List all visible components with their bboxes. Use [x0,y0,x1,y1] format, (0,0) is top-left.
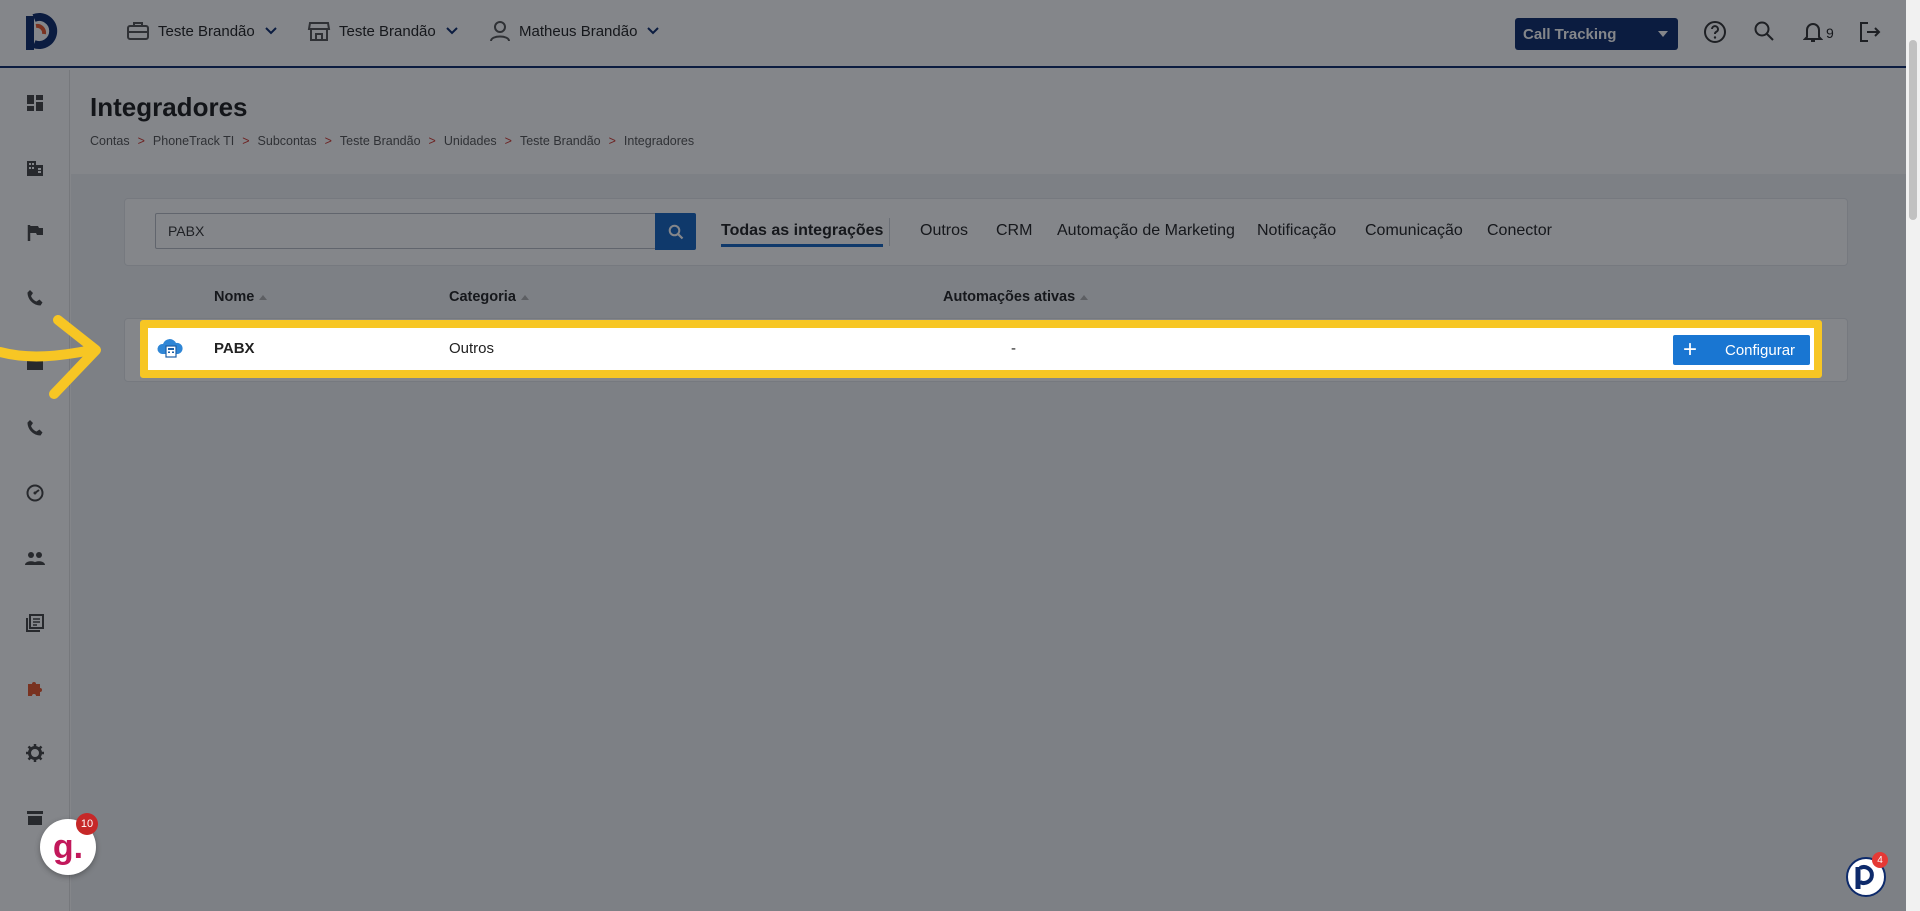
notifications-count: 9 [1826,25,1834,41]
breadcrumb-item[interactable]: Teste Brandão [340,134,421,148]
breadcrumb-separator: > [428,134,436,148]
product-select-value: Call Tracking [1523,25,1617,43]
sort-icon [259,294,268,300]
dashboard-icon [27,95,43,111]
pointer-arrow-icon [0,315,101,399]
sort-icon [520,294,529,300]
breadcrumb-separator: > [608,134,616,148]
account-selector[interactable]: Teste Brandão [126,20,277,42]
sidebar-item-store[interactable] [22,805,48,831]
search-input[interactable]: PABX [155,213,657,249]
sidebar-item-settings[interactable] [22,740,48,766]
bell-icon[interactable] [1803,20,1823,44]
caret-down-icon [1658,31,1668,37]
chevron-down-icon [265,27,277,35]
phonetrack-logo-icon[interactable] [20,12,60,56]
library-icon [26,614,44,632]
assistant-widget-count: 10 [76,813,98,835]
page-title: Integradores [90,92,248,122]
account-selector-label: Teste Brandão [158,22,255,40]
help-icon[interactable] [1703,20,1727,44]
building-icon [27,161,43,176]
flag-icon [27,225,43,241]
sidebar [0,70,70,911]
search-icon [668,224,683,239]
user-selector-label: Matheus Brandão [519,22,638,40]
breadcrumb-item[interactable]: Unidades [444,134,497,148]
sidebar-item-integrations[interactable] [22,675,48,701]
store-selector-label: Teste Brandão [339,22,436,40]
breadcrumb-item[interactable]: Contas [90,134,130,148]
tab-marketing-automation[interactable]: Automação de Marketing [1057,222,1235,240]
breadcrumb: Contas > PhoneTrack TI > Subcontas > Tes… [90,134,694,148]
people-icon [25,552,45,565]
breadcrumb-item[interactable]: Subcontas [258,134,317,148]
store-icon [27,811,43,825]
user-icon [490,21,510,42]
sidebar-item-calls[interactable] [22,285,48,311]
top-bar: Teste Brandão Teste Brandão Matheus Bran… [0,0,1920,68]
column-header-automations[interactable]: Automações ativas [943,289,1089,305]
sidebar-item-reports[interactable] [22,480,48,506]
store-selector[interactable]: Teste Brandão [307,20,458,42]
gear-icon [26,744,44,762]
content-area [71,174,1920,911]
breadcrumb-separator: > [242,134,250,148]
breadcrumb-item[interactable]: Teste Brandão [520,134,601,148]
column-header-name[interactable]: Nome [214,289,268,305]
page-scrollbar[interactable] [1906,0,1920,911]
tab-communication[interactable]: Comunicação [1365,222,1463,240]
phone-icon [27,420,43,436]
chevron-down-icon [446,27,458,35]
column-header-category[interactable]: Categoria [449,289,529,305]
breadcrumb-item[interactable]: PhoneTrack TI [153,134,234,148]
breadcrumb-separator: > [324,134,332,148]
sort-icon [1080,294,1089,300]
chat-widget-count: 4 [1872,852,1888,868]
sidebar-item-library[interactable] [22,610,48,636]
search-button[interactable] [655,213,696,250]
page-header [71,70,1920,174]
logout-icon[interactable] [1858,20,1882,44]
sidebar-item-campaigns[interactable] [22,220,48,246]
puzzle-icon [28,682,42,696]
scrollbar-thumb[interactable] [1909,40,1917,220]
speed-icon [26,484,44,502]
assistant-widget-logo: g. [52,827,84,866]
breadcrumb-separator: > [137,134,145,148]
column-header-label: Categoria [449,289,516,305]
tab-connector[interactable]: Conector [1487,222,1552,240]
search-icon[interactable] [1753,20,1775,42]
user-selector[interactable]: Matheus Brandão [489,20,660,42]
product-select[interactable]: Call Tracking [1515,18,1678,50]
tab-all-integrations[interactable]: Todas as integrações [721,222,884,247]
store-icon [307,22,331,41]
sidebar-item-users[interactable] [22,545,48,571]
chevron-down-icon [647,27,660,35]
sidebar-item-phone-lines[interactable] [22,415,48,441]
sidebar-item-dashboard[interactable] [22,90,48,116]
column-header-label: Automações ativas [943,289,1076,305]
breadcrumb-separator: > [504,134,512,148]
tab-outros[interactable]: Outros [920,222,968,240]
tab-divider [889,218,890,246]
highlight-ring [140,320,1822,378]
column-header-label: Nome [214,289,255,305]
tab-crm[interactable]: CRM [996,222,1032,240]
tab-notification[interactable]: Notificação [1257,222,1336,240]
breadcrumb-item-current: Integradores [623,134,695,148]
phone-icon [27,290,43,306]
sidebar-item-accounts[interactable] [22,155,48,181]
briefcase-icon [127,22,149,40]
